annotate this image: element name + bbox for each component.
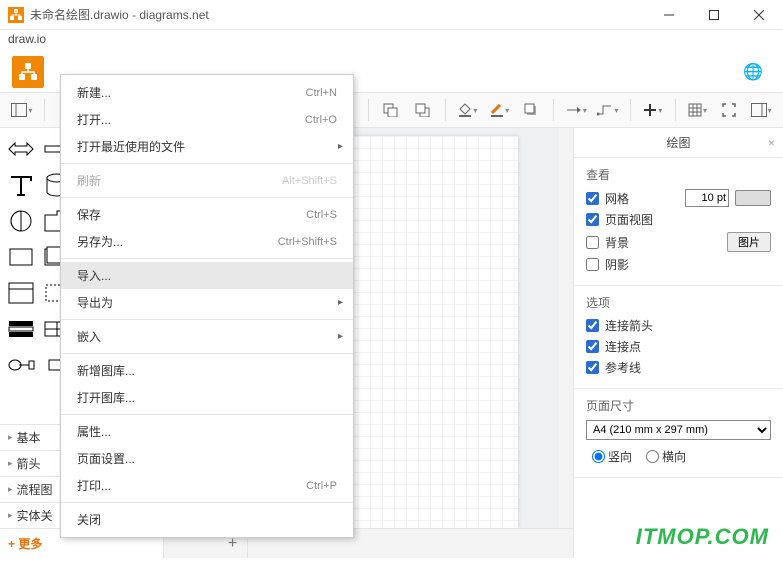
conn-arrow-label: 连接箭头 [605,317,653,334]
watermark: ITMOP.COM [636,524,769,550]
background-checkbox[interactable] [586,236,599,249]
options-section-title: 选项 [586,294,771,311]
fullscreen-button[interactable] [715,96,743,124]
menu-pagesetup[interactable]: 页面设置... [61,445,353,472]
portrait-radio[interactable]: 竖向 [592,448,632,465]
menu-saveas[interactable]: 另存为...Ctrl+Shift+S [61,228,353,255]
menu-newlib[interactable]: 新增图库... [61,357,353,384]
menu-open[interactable]: 打开...Ctrl+O [61,106,353,133]
grid-label: 网格 [605,190,629,207]
format-panel: 绘图 × 查看 网格 页面视图 背景 图片 [573,128,783,558]
pageview-checkbox[interactable] [586,213,599,226]
drawio-logo[interactable] [12,56,44,88]
line-color-button[interactable] [486,96,514,124]
menubar-label[interactable]: draw.io [0,30,783,52]
menu-new[interactable]: 新建...Ctrl+N [61,79,353,106]
window-title: 未命名绘图.drawio - diagrams.net [30,6,646,23]
waypoint-button[interactable] [594,96,622,124]
pagesize-select[interactable]: A4 (210 mm x 297 mm) [586,420,771,440]
shape-rect[interactable] [6,242,36,272]
grid-checkbox[interactable] [586,192,599,205]
menu-recent[interactable]: 打开最近使用的文件 [61,133,353,160]
connection-button[interactable] [562,96,590,124]
globe-icon[interactable]: 🌐 [743,62,763,82]
format-toggle-button[interactable] [747,96,775,124]
file-menu: 新建...Ctrl+N 打开...Ctrl+O 打开最近使用的文件 刷新Alt+… [60,74,354,538]
guides-label: 参考线 [605,359,641,376]
grid-value-input[interactable] [685,189,729,207]
guides-checkbox[interactable] [586,361,599,374]
conn-point-label: 连接点 [605,338,641,355]
shape-double-arrow[interactable] [6,134,36,164]
pageview-label: 页面视图 [605,211,653,228]
image-button[interactable]: 图片 [727,232,771,252]
vertical-scrollbar[interactable] [559,128,573,558]
landscape-radio[interactable]: 横向 [646,448,686,465]
shape-list[interactable] [6,314,36,344]
menu-openlib[interactable]: 打开图库... [61,384,353,411]
format-close-icon[interactable]: × [768,136,775,150]
shape-half-circle[interactable] [6,206,36,236]
to-back-button[interactable] [409,96,437,124]
minimize-button[interactable] [646,1,691,29]
menu-embed[interactable]: 嵌入 [61,323,353,350]
format-header: 绘图 × [574,128,783,158]
shape-text[interactable] [6,170,36,200]
shape-header-rect[interactable] [6,278,36,308]
menu-save[interactable]: 保存Ctrl+S [61,201,353,228]
insert-button[interactable] [639,96,667,124]
menu-export[interactable]: 导出为 [61,289,353,316]
menu-close[interactable]: 关闭 [61,506,353,533]
conn-point-checkbox[interactable] [586,340,599,353]
shape-link[interactable] [6,350,36,380]
pagesize-section-title: 页面尺寸 [586,397,771,414]
grid-color-swatch[interactable] [735,190,771,206]
app-icon [8,7,24,23]
menu-refresh: 刷新Alt+Shift+S [61,167,353,194]
view-section-title: 查看 [586,166,771,183]
format-title: 绘图 [666,134,690,151]
menu-print[interactable]: 打印...Ctrl+P [61,472,353,499]
background-label: 背景 [605,234,629,251]
fill-color-button[interactable] [454,96,482,124]
menu-props[interactable]: 属性... [61,418,353,445]
to-front-button[interactable] [377,96,405,124]
shadow-checkbox[interactable] [586,258,599,271]
conn-arrow-checkbox[interactable] [586,319,599,332]
close-button[interactable] [736,1,781,29]
shadow-button[interactable] [518,96,546,124]
menu-import[interactable]: 导入... [61,262,353,289]
sidebar-toggle-button[interactable] [8,96,36,124]
maximize-button[interactable] [691,1,736,29]
titlebar: 未命名绘图.drawio - diagrams.net [0,0,783,30]
table-button[interactable] [684,96,712,124]
shadow-label: 阴影 [605,256,629,273]
